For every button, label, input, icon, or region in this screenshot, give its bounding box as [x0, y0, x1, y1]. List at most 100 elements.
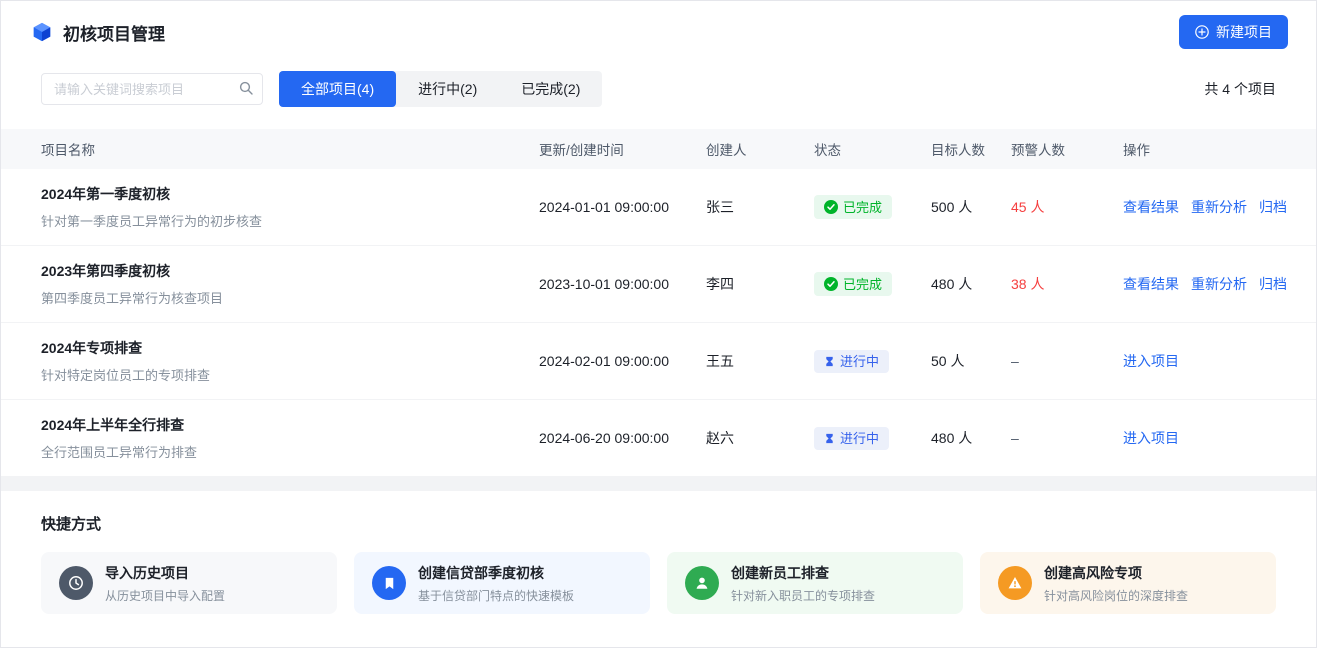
- row-actions: 进入项目: [1123, 428, 1276, 448]
- page-title: 初核项目管理: [63, 20, 165, 45]
- action-link[interactable]: 进入项目: [1123, 351, 1179, 371]
- row-actions: 进入项目: [1123, 351, 1276, 371]
- card-title: 导入历史项目: [105, 563, 225, 583]
- quick-action-card[interactable]: 创建高风险专项针对高风险岗位的深度排查: [980, 552, 1276, 614]
- user-icon: [685, 566, 719, 600]
- project-time: 2023-10-01 09:00:00: [539, 276, 706, 292]
- hourglass-icon: [824, 433, 835, 444]
- quick-action-card[interactable]: 创建新员工排查针对新入职员工的专项排查: [667, 552, 963, 614]
- status-badge: 已完成: [814, 195, 892, 219]
- target-count: 500 人: [931, 197, 1011, 217]
- card-text: 导入历史项目从历史项目中导入配置: [105, 563, 225, 604]
- section-divider: [1, 477, 1316, 491]
- card-text: 创建信贷部季度初核基于信贷部门特点的快速模板: [418, 563, 574, 604]
- quick-action-card[interactable]: 导入历史项目从历史项目中导入配置: [41, 552, 337, 614]
- warning-icon: [998, 566, 1032, 600]
- new-project-button-label: 新建项目: [1216, 22, 1272, 42]
- quick-actions-cards: 导入历史项目从历史项目中导入配置 创建信贷部季度初核基于信贷部门特点的快速模板 创建…: [41, 552, 1276, 614]
- action-link[interactable]: 重新分析: [1191, 274, 1247, 294]
- column-header: 创建人: [706, 139, 814, 159]
- warning-count: –: [1011, 353, 1123, 369]
- target-count: 50 人: [931, 351, 1011, 371]
- project-name: 2023年第四季度初核: [41, 261, 539, 281]
- card-text: 创建高风险专项针对高风险岗位的深度排查: [1044, 563, 1188, 604]
- project-table: 项目名称更新/创建时间创建人状态目标人数预警人数操作 2024年第一季度初核针对…: [1, 129, 1316, 477]
- status-label: 已完成: [843, 201, 882, 214]
- table-row: 2024年专项排查针对特定岗位员工的专项排查2024-02-01 09:00:0…: [1, 323, 1316, 400]
- project-status-cell: 已完成: [814, 272, 931, 296]
- project-name-cell: 2024年第一季度初核针对第一季度员工异常行为的初步核查: [41, 184, 539, 230]
- column-header: 项目名称: [41, 139, 539, 159]
- project-creator: 李四: [706, 274, 814, 294]
- card-title: 创建新员工排查: [731, 563, 875, 583]
- status-badge: 进行中: [814, 350, 889, 373]
- action-link[interactable]: 归档: [1259, 197, 1287, 217]
- warning-count: –: [1011, 430, 1123, 446]
- table-header: 项目名称更新/创建时间创建人状态目标人数预警人数操作: [1, 129, 1316, 169]
- column-header: 更新/创建时间: [539, 139, 706, 159]
- card-text: 创建新员工排查针对新入职员工的专项排查: [731, 563, 875, 604]
- app-logo-cube-icon: [31, 21, 53, 43]
- row-actions: 查看结果重新分析归档: [1123, 197, 1287, 217]
- status-label: 进行中: [840, 355, 879, 368]
- page-header: 初核项目管理 新建项目: [1, 1, 1316, 63]
- search-box: [41, 73, 263, 105]
- project-name: 2024年上半年全行排查: [41, 415, 539, 435]
- project-name-cell: 2023年第四季度初核第四季度员工异常行为核查项目: [41, 261, 539, 307]
- quick-actions-title: 快捷方式: [41, 513, 1276, 534]
- card-description: 针对高风险岗位的深度排查: [1044, 587, 1188, 604]
- clock-icon: [59, 566, 93, 600]
- card-title: 创建高风险专项: [1044, 563, 1188, 583]
- action-link[interactable]: 进入项目: [1123, 428, 1179, 448]
- project-name-cell: 2024年专项排查针对特定岗位员工的专项排查: [41, 338, 539, 384]
- filter-tab-0[interactable]: 全部项目(4): [279, 71, 396, 107]
- filter-tab-1[interactable]: 进行中(2): [396, 71, 499, 107]
- project-status-cell: 进行中: [814, 350, 931, 373]
- column-header: 目标人数: [931, 139, 1011, 159]
- table-row: 2024年上半年全行排查全行范围员工异常行为排查2024-06-20 09:00…: [1, 400, 1316, 477]
- project-time: 2024-01-01 09:00:00: [539, 199, 706, 215]
- status-badge: 已完成: [814, 272, 892, 296]
- card-description: 基于信贷部门特点的快速模板: [418, 587, 574, 604]
- search-input[interactable]: [41, 73, 263, 105]
- bookmark-icon: [372, 566, 406, 600]
- status-label: 已完成: [843, 278, 882, 291]
- action-link[interactable]: 查看结果: [1123, 197, 1179, 217]
- total-count: 共 4 个项目: [1204, 79, 1276, 99]
- table-row: 2024年第一季度初核针对第一季度员工异常行为的初步核查2024-01-01 0…: [1, 169, 1316, 246]
- quick-actions-section: 快捷方式 导入历史项目从历史项目中导入配置 创建信贷部季度初核基于信贷部门特点的快…: [1, 491, 1316, 614]
- action-link[interactable]: 归档: [1259, 274, 1287, 294]
- project-creator: 赵六: [706, 428, 814, 448]
- project-name-cell: 2024年上半年全行排查全行范围员工异常行为排查: [41, 415, 539, 461]
- hourglass-icon: [824, 356, 835, 367]
- project-name: 2024年第一季度初核: [41, 184, 539, 204]
- warning-count: 38 人: [1011, 274, 1123, 294]
- project-name: 2024年专项排查: [41, 338, 539, 358]
- action-link[interactable]: 重新分析: [1191, 197, 1247, 217]
- status-label: 进行中: [840, 432, 879, 445]
- filter-tab-2[interactable]: 已完成(2): [499, 71, 602, 107]
- action-link[interactable]: 查看结果: [1123, 274, 1179, 294]
- column-header: 预警人数: [1011, 139, 1123, 159]
- check-circle-icon: [824, 200, 838, 214]
- warning-count: 45 人: [1011, 197, 1123, 217]
- title-wrap: 初核项目管理: [31, 20, 165, 45]
- card-description: 从历史项目中导入配置: [105, 587, 225, 604]
- project-description: 针对第一季度员工异常行为的初步核查: [41, 211, 539, 230]
- target-count: 480 人: [931, 428, 1011, 448]
- project-description: 针对特定岗位员工的专项排查: [41, 365, 539, 384]
- target-count: 480 人: [931, 274, 1011, 294]
- search-icon[interactable]: [239, 81, 253, 95]
- row-actions: 查看结果重新分析归档: [1123, 274, 1287, 294]
- column-header: 状态: [814, 139, 931, 159]
- toolbar: 全部项目(4)进行中(2)已完成(2) 共 4 个项目: [1, 71, 1316, 107]
- quick-action-card[interactable]: 创建信贷部季度初核基于信贷部门特点的快速模板: [354, 552, 650, 614]
- project-status-cell: 已完成: [814, 195, 931, 219]
- project-description: 全行范围员工异常行为排查: [41, 442, 539, 461]
- new-project-button[interactable]: 新建项目: [1179, 15, 1288, 49]
- project-creator: 张三: [706, 197, 814, 217]
- card-description: 针对新入职员工的专项排查: [731, 587, 875, 604]
- project-status-cell: 进行中: [814, 427, 931, 450]
- table-body: 2024年第一季度初核针对第一季度员工异常行为的初步核查2024-01-01 0…: [1, 169, 1316, 477]
- column-header: 操作: [1123, 139, 1276, 159]
